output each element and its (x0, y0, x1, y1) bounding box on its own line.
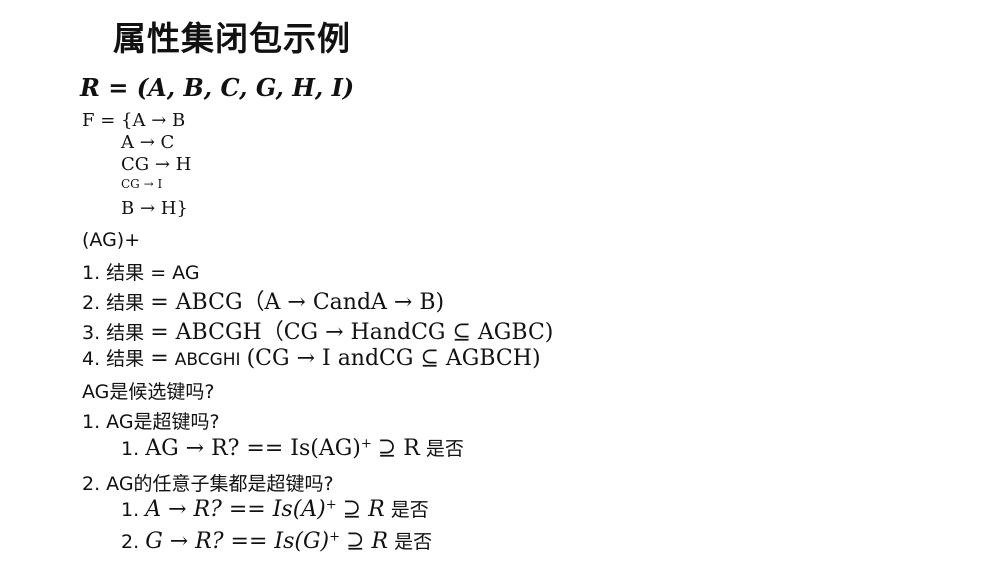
subset-check-g-tail: ⊇ R (346, 529, 389, 554)
subset-check-g-num: 2. (121, 531, 140, 553)
subset-check-g-math: G → R? == Is(G) (145, 529, 330, 554)
step-3-prefix: 3. 结果 (82, 322, 145, 344)
subset-check-g-word: 是否 (394, 531, 433, 553)
superkey-check-sup: + (360, 436, 372, 452)
superkey-check-num: 1. (121, 438, 140, 460)
step-4: 4. 结果 = ABCGHI (CG → I andCG ⊆ AGBCH) (82, 344, 541, 371)
superkey-check: 1. AG → R? == Is(AG)+ ⊇ R 是否 (121, 434, 464, 461)
step-2-prefix: 2. 结果 (82, 292, 145, 314)
step-1: 1. 结果 = AG (82, 262, 200, 284)
fd-line-1: F = {A → B (82, 110, 186, 131)
subset-check-a-tail: ⊇ R (342, 497, 385, 522)
step-4-prefix: 4. 结果 (82, 348, 145, 370)
step-4-eq: = (150, 346, 169, 371)
relation-schema: R = (A, B, C, G, H, I) (80, 73, 355, 102)
superkey-check-math: AG → R? == Is(AG) (145, 436, 361, 461)
fd-line-5: B → H} (121, 198, 188, 219)
subset-check-g: 2. G → R? == Is(G)+ ⊇ R 是否 (121, 527, 432, 554)
step-2-math: = ABCG（A → CandA → B) (150, 290, 445, 315)
candidate-key-question: AG是候选键吗? (82, 381, 215, 403)
subset-check-g-sup: + (329, 529, 341, 545)
fd-line-4: CG → I (121, 177, 163, 191)
step-2: 2. 结果 = ABCG（A → CandA → B) (82, 284, 444, 316)
closure-label: (AG)+ (82, 229, 141, 251)
step-4-math: (CG → I andCG ⊆ AGBCH) (246, 346, 541, 371)
slide-title: 属性集闭包示例 (113, 19, 351, 58)
subset-check-a: 1. A → R? == Is(A)+ ⊇ R 是否 (121, 495, 429, 522)
subset-check-a-word: 是否 (390, 499, 429, 521)
superkey-question: 1. AG是超键吗? (82, 411, 220, 433)
superkey-check-tail: ⊇ R (377, 436, 420, 461)
subset-question: 2. AG的任意子集都是超键吗? (82, 473, 334, 495)
fd-line-3: CG → H (121, 154, 192, 175)
superkey-check-word: 是否 (425, 438, 464, 460)
subset-check-a-num: 1. (121, 499, 140, 521)
subset-check-a-math: A → R? == Is(A) (145, 497, 326, 522)
step-3-math: = ABCGH（CG → HandCG ⊆ AGBC) (150, 320, 554, 345)
step-3: 3. 结果 = ABCGH（CG → HandCG ⊆ AGBC) (82, 314, 553, 346)
subset-check-a-sup: + (325, 497, 337, 513)
fd-line-2: A → C (121, 132, 175, 153)
step-4-mid: ABCGHI (174, 350, 241, 370)
